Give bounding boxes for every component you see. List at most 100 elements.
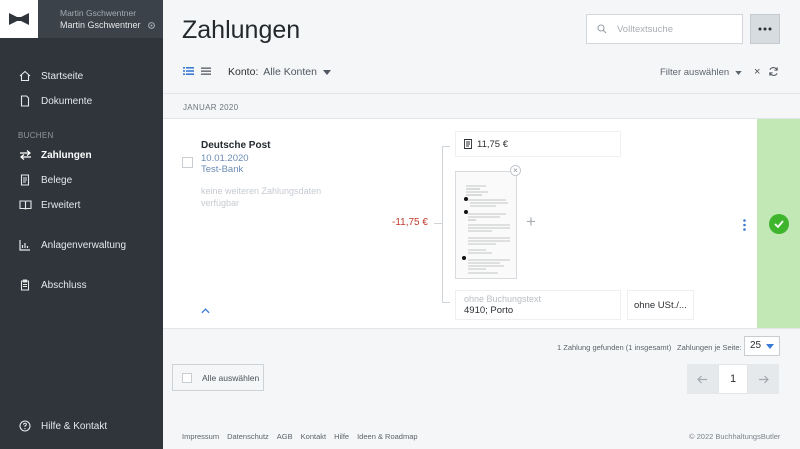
payment-date: 10.01.2020: [201, 153, 249, 164]
user-name: Martin Gschwentner: [60, 20, 141, 30]
ust-field[interactable]: ohne USt./...: [627, 290, 694, 320]
payment-amount: -11,75 €: [392, 217, 428, 228]
filter-label: Filter auswählen: [660, 67, 730, 78]
sidebar-item-label: Zahlungen: [41, 149, 92, 161]
select-all-button[interactable]: Alle auswählen: [172, 364, 264, 391]
check-icon: [773, 219, 784, 228]
payment-bank: Test-Bank: [201, 164, 244, 175]
payment-name: Deutsche Post: [201, 140, 271, 151]
caret-down-icon: [766, 344, 774, 349]
search-icon: [597, 24, 607, 34]
sidebar-item-label: Erweitert: [41, 199, 81, 211]
footer-link-impressum[interactable]: Impressum: [182, 432, 219, 441]
footer-link-kontakt[interactable]: Kontakt: [301, 432, 326, 441]
beleg-amount-box[interactable]: 11,75 €: [455, 131, 621, 157]
sidebar-item-abschluss[interactable]: Abschluss: [0, 275, 163, 295]
current-page[interactable]: 1: [718, 364, 748, 394]
logo[interactable]: [0, 0, 38, 38]
status-column: [757, 119, 800, 328]
search-box[interactable]: [586, 14, 743, 44]
konto-selector[interactable]: Konto: Alle Konten: [228, 66, 331, 78]
receipt-image: [456, 172, 516, 278]
payment-card: Deutsche Post 10.01.2020 Test-Bank keine…: [163, 118, 800, 329]
caret-down-icon: [735, 71, 742, 75]
receipt-icon: [464, 139, 472, 149]
sidebar-item-label: Startseite: [41, 70, 84, 82]
toolbar-divider: [163, 93, 800, 94]
sidebar-item-label: Abschluss: [41, 279, 87, 291]
page-title: Zahlungen: [182, 16, 301, 44]
no-payment-data-text: keine weiteren Zahlungsdaten verfügbar: [201, 186, 322, 208]
sidebar-item-label: Anlagenverwaltung: [41, 239, 127, 251]
more-options-button[interactable]: [750, 14, 780, 44]
sidebar-item-erweitert[interactable]: Erweitert: [0, 195, 163, 215]
konto-value: Alle Konten: [263, 66, 317, 78]
prev-page-button[interactable]: [687, 364, 718, 394]
user-box[interactable]: Martin Gschwentner Martin Gschwentner: [38, 7, 156, 31]
main-content: Zahlungen Konto: Alle Konten Filter ausw…: [163, 0, 800, 449]
pagination: 1: [687, 364, 779, 394]
beleg-amount: 11,75 €: [477, 138, 508, 150]
bracket-line: [442, 146, 450, 303]
bracket-connector: [434, 223, 442, 224]
gear-icon[interactable]: [147, 21, 156, 30]
user-name-top: Martin Gschwentner: [60, 8, 137, 18]
select-all-checkbox[interactable]: [182, 372, 192, 383]
remove-receipt-icon[interactable]: ×: [510, 165, 521, 176]
footer-link-roadmap[interactable]: Ideen & Roadmap: [357, 432, 417, 441]
per-page-label: Zahlungen je Seite:: [677, 343, 742, 352]
sidebar-header: Martin Gschwentner Martin Gschwentner: [0, 0, 163, 38]
clear-filter-icon[interactable]: ×: [754, 66, 760, 78]
search-input[interactable]: [617, 23, 727, 35]
refresh-icon[interactable]: [768, 66, 779, 77]
list-view-icon[interactable]: [183, 66, 194, 76]
bowtie-logo-icon: [9, 13, 29, 25]
sidebar-item-dokumente[interactable]: Dokumente: [0, 91, 163, 111]
sidebar-item-belege[interactable]: Belege: [0, 170, 163, 190]
sidebar-item-anlagenverwaltung[interactable]: Anlagenverwaltung: [0, 235, 163, 255]
clipboard-icon: [18, 278, 32, 292]
results-count: 1 Zahlung gefunden (1 insgesamt): [557, 343, 672, 352]
document-icon: [18, 94, 32, 108]
footer-links: Impressum Datenschutz AGB Kontakt Hilfe …: [182, 432, 418, 441]
transfer-icon: [18, 148, 32, 162]
chevron-up-icon[interactable]: [201, 308, 210, 314]
select-all-label: Alle auswählen: [202, 372, 260, 383]
sidebar: Martin Gschwentner Martin Gschwentner St…: [0, 0, 163, 449]
arrow-right-icon: [759, 375, 769, 383]
sidebar-item-zahlungen[interactable]: Zahlungen: [0, 145, 163, 165]
user-name-bottom: Martin Gschwentner: [60, 19, 156, 31]
sidebar-item-label: Dokumente: [41, 95, 93, 107]
book-icon: [18, 198, 32, 212]
per-page-value: 25: [750, 340, 762, 351]
sidebar-item-hilfe[interactable]: Hilfe & Kontakt: [0, 416, 163, 436]
toolbar: Konto: Alle Konten Filter auswählen ×: [163, 58, 800, 86]
status-complete-button[interactable]: [768, 213, 789, 234]
payment-checkbox[interactable]: [182, 157, 193, 168]
caret-down-icon: [322, 70, 331, 75]
sidebar-item-label: Belege: [41, 174, 73, 186]
buchung-value: 4910; Porto: [464, 305, 514, 316]
nav-section-buchen: BUCHEN: [18, 131, 54, 140]
month-header: JANUAR 2020: [183, 103, 239, 112]
chart-icon: [18, 238, 32, 252]
sidebar-item-startseite[interactable]: Startseite: [0, 66, 163, 86]
copyright: © 2022 BuchhaltungsButler: [689, 432, 781, 441]
buchung-field[interactable]: ohne Buchungstext 4910; Porto: [455, 290, 621, 320]
kebab-menu-icon[interactable]: [743, 219, 746, 231]
filter-dropdown[interactable]: Filter auswählen: [660, 67, 742, 78]
footer-link-hilfe[interactable]: Hilfe: [334, 432, 349, 441]
compact-view-icon[interactable]: [201, 66, 211, 76]
receipt-icon: [18, 173, 32, 187]
konto-label: Konto:: [228, 66, 259, 78]
sidebar-item-label: Hilfe & Kontakt: [41, 420, 108, 432]
add-receipt-icon[interactable]: +: [526, 212, 536, 232]
receipt-thumbnail[interactable]: [455, 171, 517, 279]
footer-link-agb[interactable]: AGB: [277, 432, 293, 441]
arrow-left-icon: [697, 375, 707, 383]
footer-link-datenschutz[interactable]: Datenschutz: [227, 432, 269, 441]
buchung-placeholder: ohne Buchungstext: [464, 294, 542, 304]
per-page-select[interactable]: 25: [744, 336, 780, 356]
ellipsis-icon: [758, 27, 772, 31]
next-page-button[interactable]: [748, 364, 779, 394]
